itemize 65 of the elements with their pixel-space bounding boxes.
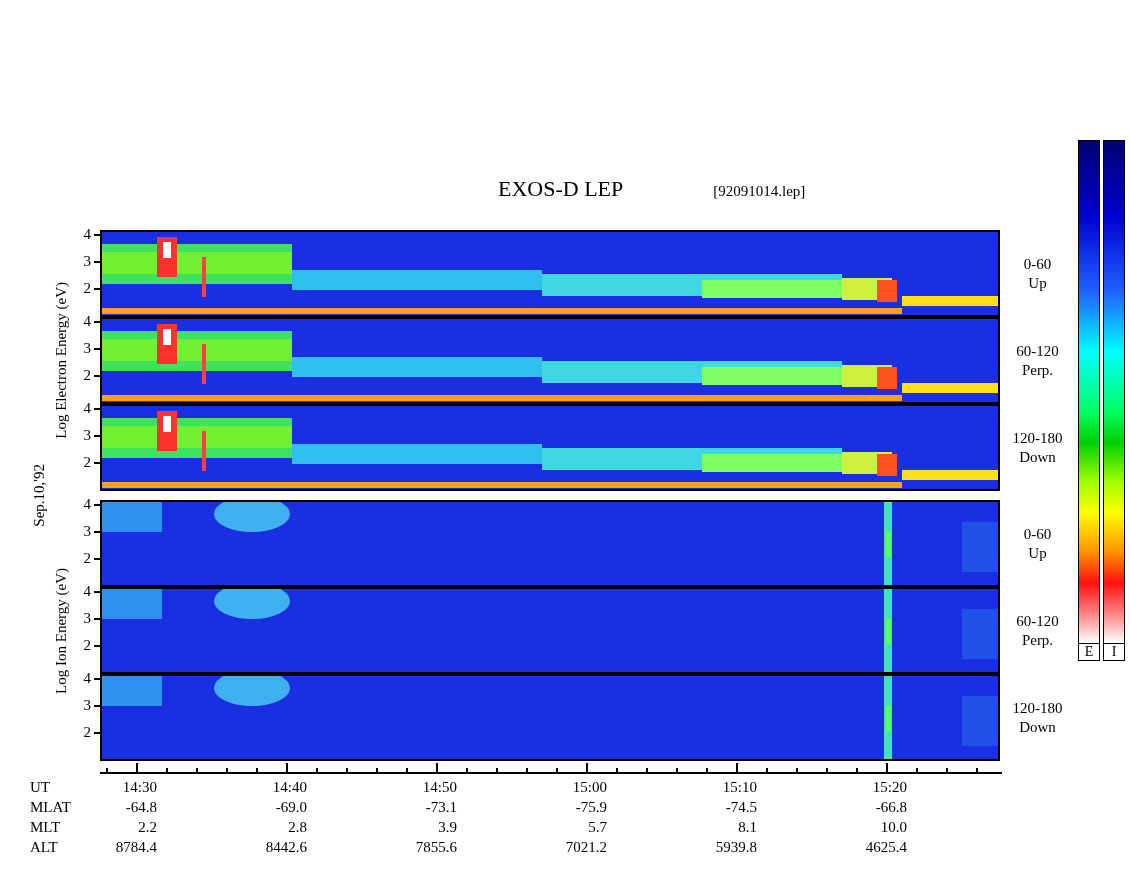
tick-label: 3 bbox=[83, 523, 91, 540]
axis-value: -66.8 bbox=[874, 798, 908, 817]
axis-value: 10.0 bbox=[879, 818, 908, 837]
axis-value: 8.1 bbox=[737, 818, 758, 837]
axis-value: -74.5 bbox=[724, 798, 758, 817]
axis-value: 7855.6 bbox=[414, 838, 458, 857]
row-label: UT bbox=[30, 778, 51, 797]
row-label: ALT bbox=[30, 838, 59, 857]
axis-value: 14:50 bbox=[421, 778, 458, 797]
tick-label: 2 bbox=[83, 367, 91, 384]
chart-title: EXOS-D LEP bbox=[498, 176, 624, 202]
angle-range-label: 60-120 bbox=[1016, 341, 1059, 361]
axis-value: 2.8 bbox=[287, 818, 308, 837]
axis-value: 15:00 bbox=[571, 778, 608, 797]
direction-label: Down bbox=[1019, 717, 1056, 737]
tick-label: 3 bbox=[83, 697, 91, 714]
angle-range-label: 0-60 bbox=[1023, 254, 1052, 274]
tick-label: 3 bbox=[83, 253, 91, 270]
axis-value: 15:10 bbox=[721, 778, 758, 797]
direction-label: Perp. bbox=[1021, 360, 1054, 380]
axis-value: -73.1 bbox=[424, 798, 458, 817]
direction-label: Up bbox=[1028, 273, 1047, 293]
axis-label: Log Electron Energy (eV) bbox=[52, 282, 70, 439]
axis-value: 14:30 bbox=[121, 778, 158, 797]
axis-value: 8442.6 bbox=[264, 838, 308, 857]
tick-label: 4 bbox=[83, 400, 91, 417]
axis-value: -69.0 bbox=[274, 798, 308, 817]
axis-value: 5.7 bbox=[587, 818, 608, 837]
axis-value: 14:40 bbox=[271, 778, 308, 797]
axis-value: 3.9 bbox=[437, 818, 458, 837]
direction-label: Down bbox=[1019, 447, 1056, 467]
angle-range-label: 60-120 bbox=[1016, 611, 1059, 631]
angle-range-label: 0-60 bbox=[1023, 524, 1052, 544]
color-scale-label: I bbox=[1103, 644, 1125, 661]
row-label: MLT bbox=[30, 818, 62, 837]
axis-value: 7021.2 bbox=[564, 838, 608, 857]
tick-label: 2 bbox=[83, 454, 91, 471]
tick-label: 4 bbox=[83, 226, 91, 243]
tick-label: 3 bbox=[83, 427, 91, 444]
axis-value: 15:20 bbox=[871, 778, 908, 797]
tick-label: 2 bbox=[83, 637, 91, 654]
tick-label: 3 bbox=[83, 610, 91, 627]
axis-value: 2.2 bbox=[137, 818, 158, 837]
tick-label: 4 bbox=[83, 496, 91, 513]
file-name: [92091014.lep] bbox=[713, 183, 806, 200]
angle-range-label: 120-180 bbox=[1012, 428, 1063, 448]
axis-label: Log Ion Energy (eV) bbox=[52, 567, 70, 694]
tick-label: 4 bbox=[83, 583, 91, 600]
axis-value: -75.9 bbox=[574, 798, 608, 817]
direction-label: Perp. bbox=[1021, 630, 1054, 650]
axis-value: 4625.4 bbox=[864, 838, 908, 857]
row-label: MLAT bbox=[30, 798, 72, 817]
date-label: Sep.10,'92 bbox=[31, 464, 48, 527]
axis-value: -64.8 bbox=[124, 798, 158, 817]
tick-label: 2 bbox=[83, 280, 91, 297]
direction-label: Up bbox=[1028, 543, 1047, 563]
tick-label: 2 bbox=[83, 550, 91, 567]
axis-value: 5939.8 bbox=[714, 838, 758, 857]
tick-label: 3 bbox=[83, 340, 91, 357]
tick-label: 2 bbox=[83, 724, 91, 741]
axis-value: 8784.4 bbox=[114, 838, 158, 857]
tick-label: 4 bbox=[83, 313, 91, 330]
angle-range-label: 120-180 bbox=[1012, 698, 1063, 718]
tick-label: 4 bbox=[83, 670, 91, 687]
color-scale-label: E bbox=[1078, 644, 1100, 661]
